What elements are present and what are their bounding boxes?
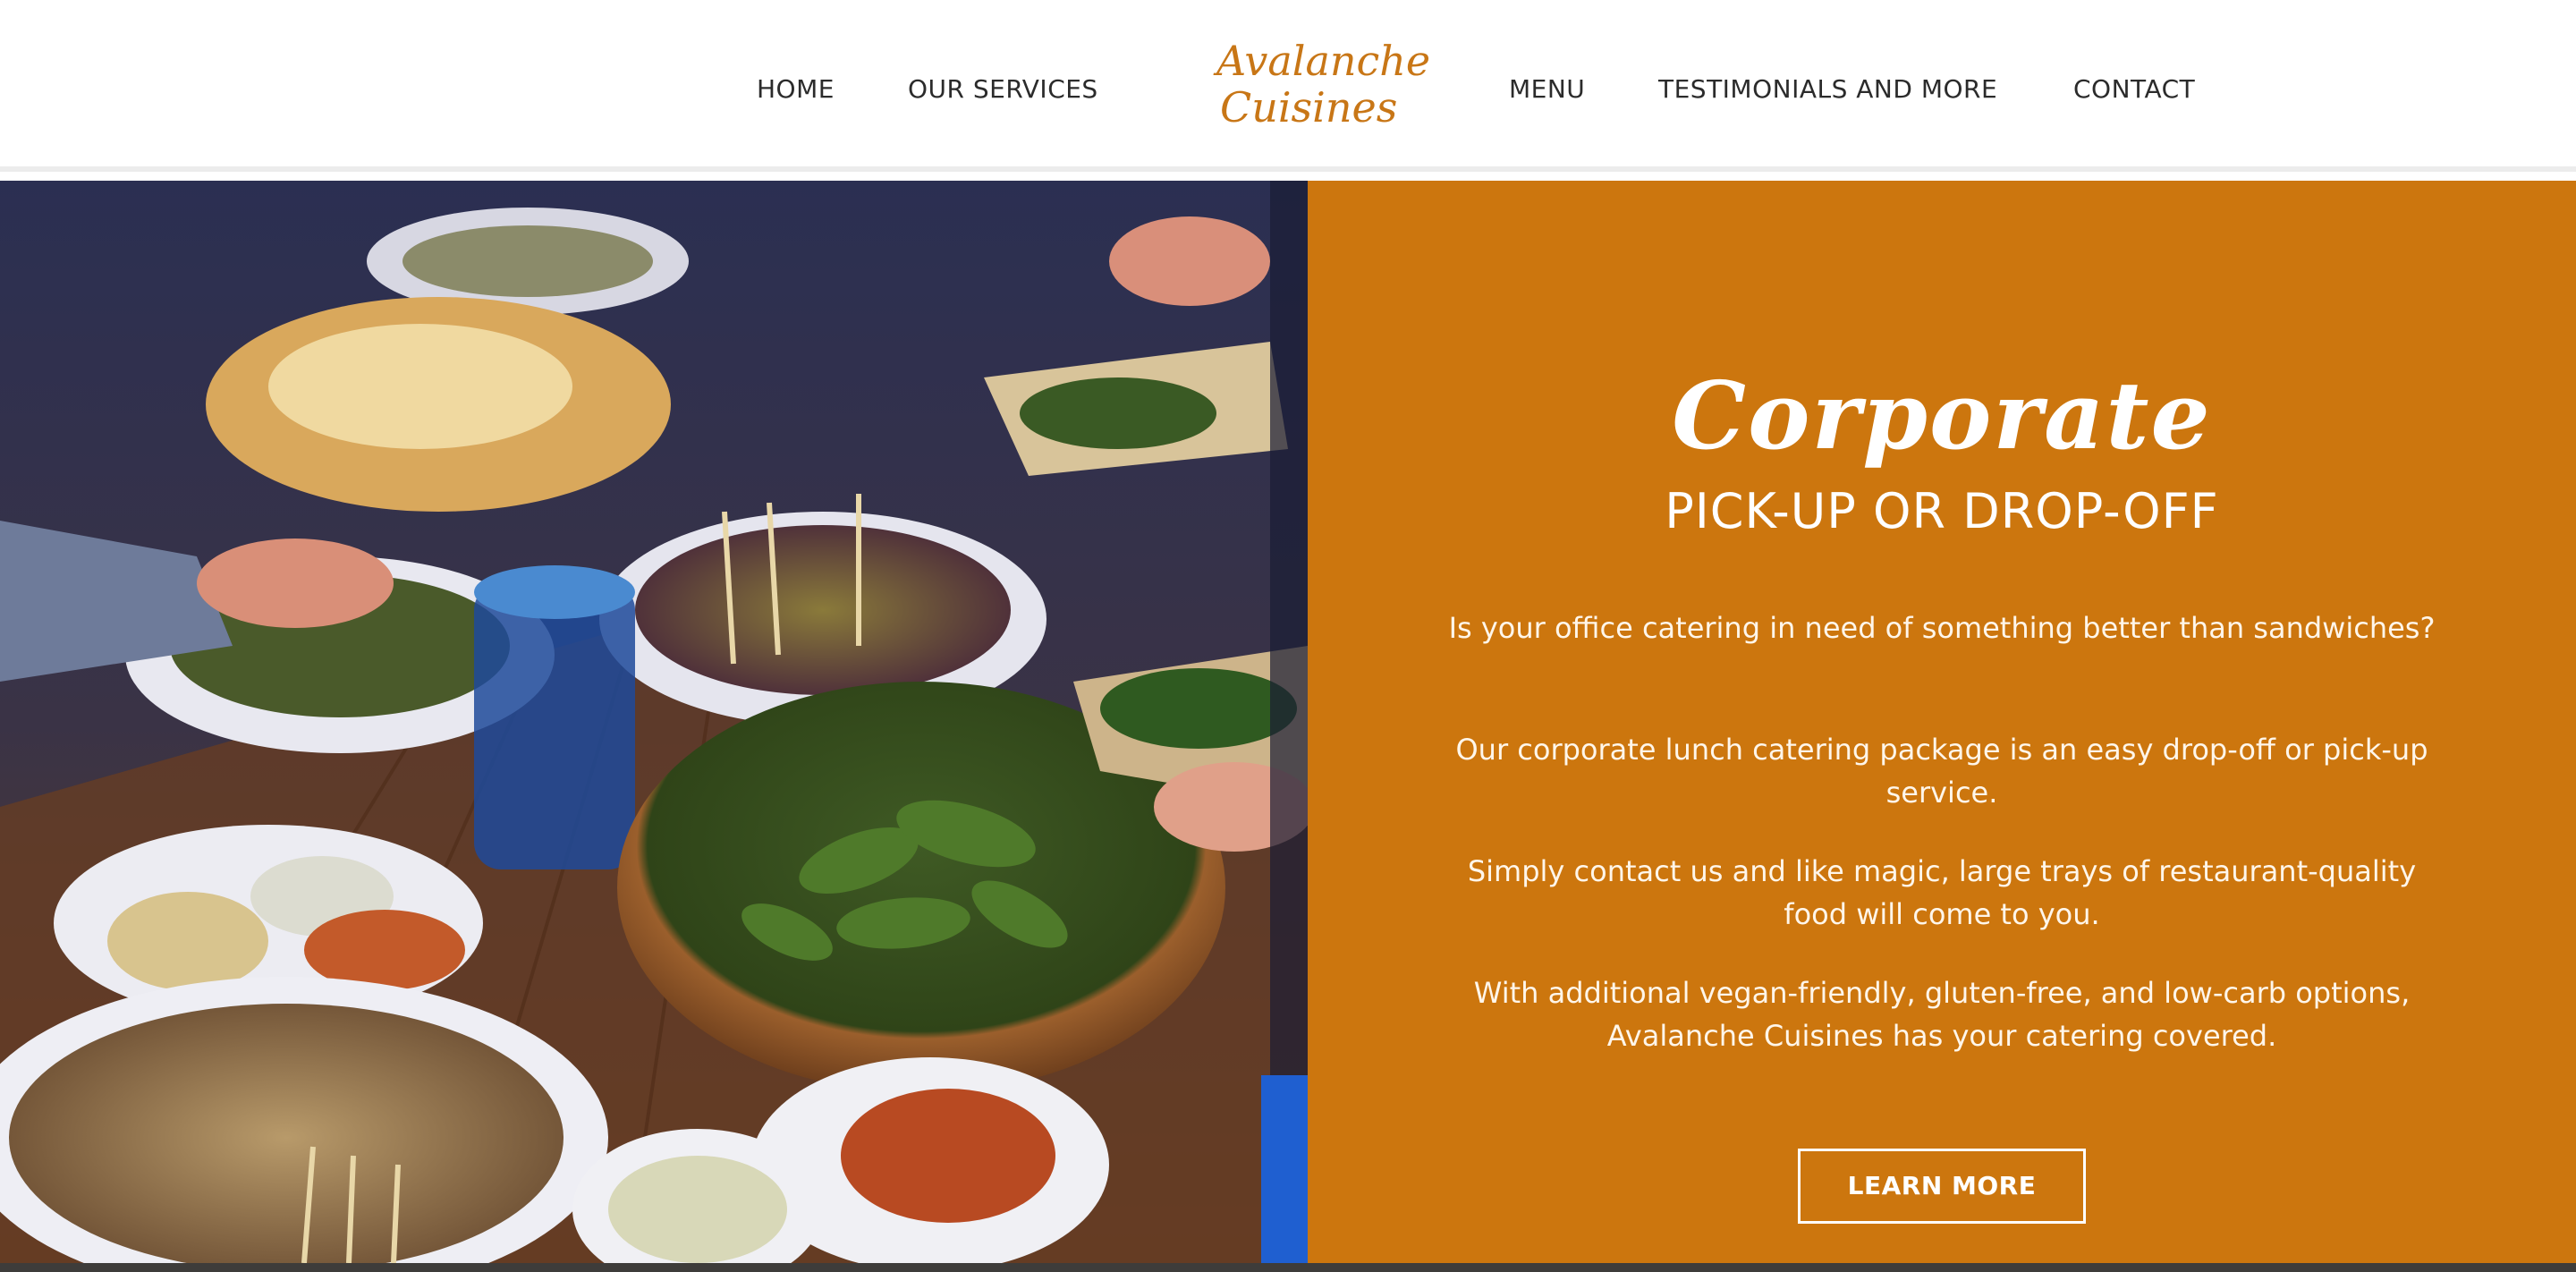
next-section-edge <box>0 1263 2576 1272</box>
nav-home-link[interactable]: HOME <box>757 72 835 107</box>
site-header: HOME OUR SERVICES Avalanche Cuisines MEN… <box>0 0 2576 172</box>
logo-line-1: Avalanche <box>1216 37 1431 85</box>
panel-paragraph: With additional vegan-friendly, gluten-f… <box>1473 976 2411 1053</box>
panel-subtitle: PICK-UP OR DROP-OFF <box>1665 483 2219 539</box>
panel-paragraph: Simply contact us and like magic, large … <box>1467 854 2417 931</box>
nav-contact-link[interactable]: CONTACT <box>2073 72 2195 107</box>
nav-our-services-link[interactable]: OUR SERVICES <box>908 72 1098 107</box>
corporate-catering-panel: Corporate PICK-UP OR DROP-OFF Is your of… <box>1308 181 2576 1263</box>
site-logo[interactable]: Avalanche Cuisines <box>1216 37 1431 145</box>
nav-testimonials-link[interactable]: TESTIMONIALS AND MORE <box>1658 72 1997 107</box>
learn-more-button[interactable]: LEARN MORE <box>1798 1149 2086 1224</box>
nav-menu-link[interactable]: MENU <box>1509 72 1585 107</box>
catering-buffet-photo <box>0 181 1308 1263</box>
logo-line-2: Cuisines <box>1220 83 1398 131</box>
panel-paragraph: Is your office catering in need of somet… <box>1448 611 2436 645</box>
panel-paragraph: Our corporate lunch catering package is … <box>1455 733 2428 810</box>
panel-script-title: Corporate <box>1672 360 2212 471</box>
